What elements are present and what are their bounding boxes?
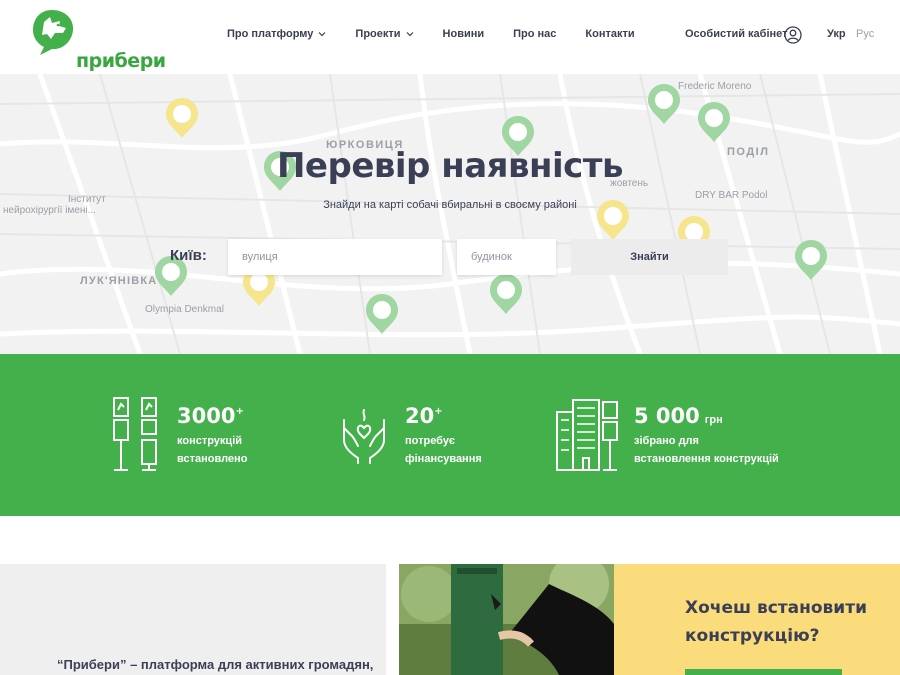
lang-switch-ukr[interactable]: Укр [827, 28, 846, 40]
stat-value: 3000 [177, 404, 236, 428]
cta-button[interactable] [685, 669, 842, 675]
nav-item-contacts[interactable]: Контакти [585, 28, 634, 40]
map-label-lukyanivka: ЛУК'ЯНІВКА [80, 275, 157, 287]
stat-label-line: встановлено [177, 453, 248, 465]
map-hero: ЮРКОВИЦЯ ПОДІЛ ЛУК'ЯНІВКА Інститут нейро… [0, 74, 900, 354]
main-nav: Про платформу Проекти Новини Про нас Кон… [227, 28, 664, 40]
nav-item-about-platform[interactable]: Про платформу [227, 28, 326, 40]
dispenser-photo [399, 564, 614, 675]
logo[interactable]: прибери [30, 8, 166, 72]
about-text: “Прибери” – платформа для активних грома… [57, 657, 374, 672]
personal-cabinet-link[interactable]: Особистий кабінет [685, 28, 788, 40]
map-label-frederic: Frederic Moreno [678, 81, 752, 92]
nav-item-projects[interactable]: Проекти [355, 28, 413, 40]
nav-label: Про нас [513, 28, 557, 40]
stat-label-line: зібрано для [634, 435, 699, 447]
nav-label: Про платформу [227, 28, 314, 40]
stat-label-line: конструкцій [177, 435, 243, 447]
stat-label-line: встановлення конструкцій [634, 453, 779, 465]
house-input[interactable] [457, 239, 556, 275]
chevron-down-icon [406, 32, 413, 37]
stat-sup: + [434, 406, 443, 417]
stat-label-line: потребує [405, 435, 456, 447]
street-input[interactable] [228, 239, 442, 275]
nav-item-news[interactable]: Новини [443, 28, 485, 40]
nav-item-about-us[interactable]: Про нас [513, 28, 556, 40]
map-background[interactable]: ЮРКОВИЦЯ ПОДІЛ ЛУК'ЯНІВКА Інститут нейро… [0, 74, 900, 354]
stat-number: 3000+ [177, 404, 244, 428]
nav-label: Новини [442, 28, 485, 40]
nav-label: Контакти [585, 28, 635, 40]
logo-text: прибери [76, 50, 166, 72]
stat-label: потребує фінансування [405, 432, 482, 468]
chevron-down-icon [318, 32, 326, 37]
nav-label: Проекти [355, 28, 401, 40]
stat-value: 20 [405, 404, 435, 428]
photo-image [399, 564, 614, 675]
buildings-icon [556, 399, 618, 471]
stat-label: зібрано для встановлення конструкцій [634, 432, 779, 468]
about-panel: “Прибери” – платформа для активних грома… [0, 564, 386, 675]
stat-number: 20+ [405, 404, 443, 428]
map-label-olympia: Olympia Denkmal [145, 304, 224, 315]
stat-number: 5 000 грн [634, 404, 723, 428]
stat-label-line: фінансування [405, 453, 482, 465]
hero-subtitle: Знайди на карті собачі вбиральні в своєм… [323, 199, 577, 211]
stat-sup: + [235, 406, 244, 417]
dog-logo-icon [33, 10, 74, 55]
stat-unit: грн [704, 414, 723, 426]
stats-band: 3000+ конструкцій встановлено 20+ потреб… [0, 354, 900, 516]
city-label: Київ: [170, 247, 207, 264]
find-button[interactable]: Знайти [571, 239, 728, 275]
hero-title: Перевір наявність [276, 146, 624, 186]
hands-icon [343, 409, 385, 464]
user-icon[interactable] [784, 26, 802, 44]
dispensers-icon [113, 397, 157, 471]
lang-switch-rus[interactable]: Рус [856, 28, 874, 40]
cta-panel: Хочеш встановити конструкцію? [614, 564, 900, 675]
cta-title: Хочеш встановити конструкцію? [685, 598, 867, 646]
stat-label: конструкцій встановлено [177, 432, 247, 468]
stat-value: 5 000 [634, 404, 700, 428]
site-header: прибери Про платформу Проекти Новини Про… [0, 0, 900, 74]
